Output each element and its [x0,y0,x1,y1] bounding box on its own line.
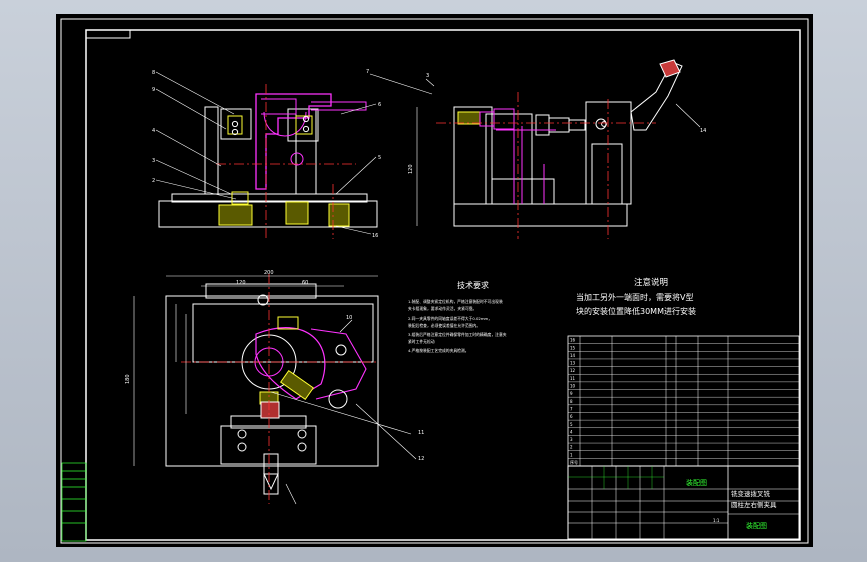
svg-text:16: 16 [372,233,378,239]
inner-frame [85,29,801,541]
svg-text:11: 11 [418,430,424,436]
scale: 1:1 [713,518,720,523]
svg-text:60: 60 [302,280,308,286]
bom-row-number: 14 [570,353,576,358]
svg-text:3: 3 [152,158,155,164]
svg-text:9: 9 [152,87,155,93]
svg-text:120: 120 [236,280,246,286]
side-view: 120 3 7 14 [366,59,706,239]
bom-row-number: 8 [570,399,573,404]
bom-row-number: 3 [570,437,573,442]
note-line: 块的安装位置降低30MM进行安装 [576,306,696,316]
corner-code-box [85,29,131,39]
bom-row-number: 9 [570,391,573,396]
bom-row-number: 15 [570,345,576,350]
svg-text:180: 180 [125,374,131,384]
outer-frame [60,18,809,544]
bill-of-materials: 16 15 14 13 12 11 10 9 8 7 6 5 4 3 2 1 序号 [567,335,800,467]
note-title: 注意说明 [634,277,668,288]
bom-row-number: 11 [570,376,576,381]
svg-text:14: 14 [700,128,706,134]
svg-text:12: 12 [418,456,424,462]
bom-row-number: 13 [570,361,576,366]
top-view: 200 120 60 180 11 12 10 [125,270,424,505]
svg-text:4: 4 [152,128,155,134]
tech-req-title: 技术要求 [457,280,489,290]
tech-req-line: 紧时工件无松动 [408,339,435,344]
tech-req-line: 1.装配、调整夹紧定位机构，严格注意装配时不可出现装 [408,299,503,304]
svg-text:7: 7 [366,69,369,75]
cad-drawing-sheet: 89 43 26 5 16 120 3 7 14 200 120 60 180 … [56,14,813,547]
bom-row-number: 4 [570,429,573,434]
bom-row-number: 1 [570,452,573,457]
notes: 注意说明 当加工另外一端面时，需要将V型 块的安装位置降低30MM进行安装 [576,277,696,316]
bom-row-number: 2 [570,445,573,450]
bom-row-number: 10 [570,384,576,389]
tech-req-line: 2.同一夹具零件的同轴度误差不得大于0.02mm， [408,316,492,321]
svg-text:3: 3 [426,73,429,79]
drawing-type: 装配图 [746,521,767,530]
bom-row-number: 12 [570,368,576,373]
bom-row-number: 7 [570,406,573,411]
bom-row-number: 6 [570,414,573,419]
svg-text:8: 8 [152,70,155,76]
svg-text:5: 5 [378,155,381,161]
side-label-strip [61,462,87,542]
tech-req-line: 装配后检查，必须使误差值在允许范围内。 [408,323,480,328]
assembly-drawing: 89 43 26 516 120 3 7 14 200 120 60 180 1… [60,18,809,544]
drawing-name-line1: 铣变速拨叉铣 [731,489,771,498]
svg-text:6: 6 [378,102,381,108]
svg-text:120: 120 [408,164,414,174]
bom-row-number: 16 [570,338,576,343]
svg-text:2: 2 [152,178,155,184]
note-line: 当加工另外一端面时，需要将V型 [576,292,693,302]
tech-req-line: 夹卡阻现象，要求动作灵活，夹紧可靠。 [408,306,476,311]
bom-row-number: 5 [570,422,573,427]
tech-req-line: 4.严格按装配工艺完成的夹具检测。 [408,348,469,353]
technical-requirements: 技术要求 1.装配、调整夹紧定位机构，严格注意装配时不可出现装 夹卡阻现象，要求… [408,280,507,353]
title-block: 装配图 铣变速拨叉铣 圆柱左右侧夹具 装配图 1:1 [567,465,800,540]
drawing-name-line2: 圆柱左右侧夹具 [731,500,777,509]
assembly-label: 装配图 [686,478,707,487]
bom-row-number: 序号 [570,459,578,465]
svg-text:200: 200 [264,270,274,276]
front-view: 8 9 4 3 2 6 5 16 [152,70,381,239]
svg-text:10: 10 [346,315,352,321]
tech-req-line: 3.组装后严格注意定位件确保零件加工时的精确度，注意夹 [408,332,507,337]
